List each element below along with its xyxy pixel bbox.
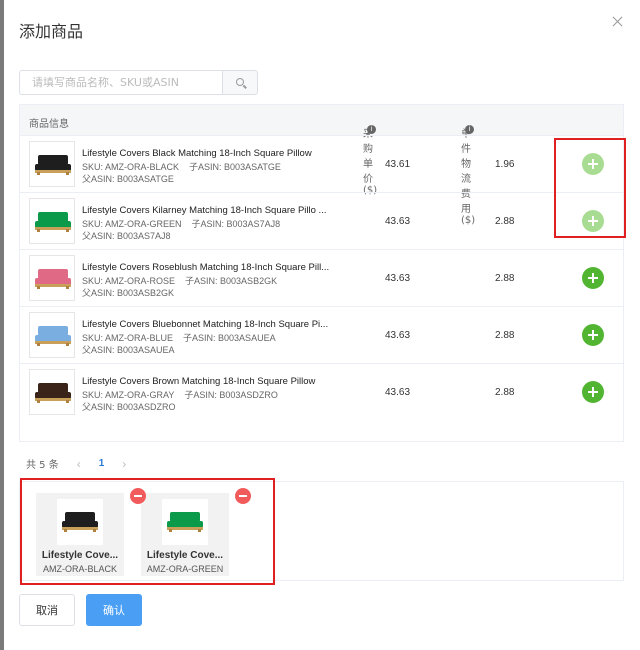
table-row: Lifestyle Covers Black Matching 18-Inch … — [20, 135, 623, 192]
shipping-cost: 2.88 — [495, 330, 515, 341]
product-name: Lifestyle Covers Kilarney Matching 18-In… — [82, 205, 327, 216]
pagination-total: 共 5 条 — [26, 460, 59, 471]
table-row: Lifestyle Covers Roseblush Matching 18-I… — [20, 249, 623, 306]
purchase-price: 43.63 — [385, 387, 411, 398]
parent-asin: 父ASIN: B003ASB2GK — [82, 288, 175, 298]
sofa-image — [35, 155, 71, 175]
search-bar — [19, 70, 258, 95]
table-row: Lifestyle Covers Kilarney Matching 18-In… — [20, 192, 623, 249]
search-button[interactable] — [222, 70, 258, 95]
parent-asin: 父ASIN: B003AS7AJ8 — [82, 231, 171, 241]
sofa-image — [35, 326, 71, 346]
shipping-cost: 2.88 — [495, 273, 515, 284]
child-asin: 子ASIN: B003ASB2GK — [185, 276, 278, 286]
product-thumbnail — [29, 369, 75, 415]
info-icon: i — [367, 125, 376, 134]
add-product-button[interactable] — [582, 324, 604, 346]
product-thumbnail — [29, 141, 75, 187]
purchase-price: 43.61 — [385, 159, 411, 170]
search-input[interactable] — [19, 70, 222, 95]
cancel-button[interactable]: 取消 — [19, 594, 75, 626]
highlight-selected-area — [20, 478, 275, 585]
sofa-image — [35, 269, 71, 289]
parent-asin: 父ASIN: B003ASAUEA — [82, 345, 175, 355]
close-icon[interactable] — [610, 14, 626, 30]
purchase-price: 43.63 — [385, 330, 411, 341]
header-product-info: 商品信息 — [29, 119, 69, 130]
search-icon — [236, 78, 244, 86]
product-thumbnail — [29, 198, 75, 244]
add-product-button[interactable] — [582, 267, 604, 289]
info-icon: i — [465, 125, 474, 134]
shipping-cost: 2.88 — [495, 387, 515, 398]
pagination: 共 5 条 ‹ 1 › — [26, 456, 126, 472]
table-header: 商品信息 采购单价 ($) i 单件物流费用 ($) i — [20, 105, 623, 226]
add-product-dialog: 添加商品 商品信息 采购单价 ($)i 单件物流费用 ($)i Lifestyl… — [4, 0, 640, 650]
page-number-1[interactable]: 1 — [99, 458, 105, 469]
child-asin: 子ASIN: B003AS7AJ8 — [191, 219, 281, 229]
product-table: 商品信息 采购单价 ($) i 单件物流费用 ($) i Lifestyle Cov… — [19, 104, 624, 442]
child-asin: 子ASIN: B003ASAUEA — [183, 333, 276, 343]
product-thumbnail — [29, 312, 75, 358]
table-row: Lifestyle Covers Brown Matching 18-Inch … — [20, 363, 623, 420]
purchase-price: 43.63 — [385, 216, 411, 227]
parent-asin: 父ASIN: B003ASATGE — [82, 174, 174, 184]
confirm-button[interactable]: 确认 — [86, 594, 142, 626]
sofa-image — [35, 383, 71, 403]
product-thumbnail — [29, 255, 75, 301]
next-page-button[interactable]: › — [122, 457, 126, 471]
purchase-price: 43.63 — [385, 273, 411, 284]
product-name: Lifestyle Covers Bluebonnet Matching 18-… — [82, 319, 329, 330]
product-name: Lifestyle Covers Brown Matching 18-Inch … — [82, 376, 316, 387]
table-row: Lifestyle Covers Bluebonnet Matching 18-… — [20, 306, 623, 363]
shipping-cost: 2.88 — [495, 216, 515, 227]
product-name: Lifestyle Covers Roseblush Matching 18-I… — [82, 262, 330, 273]
child-asin: 子ASIN: B003ASDZRO — [184, 390, 278, 400]
parent-asin: 父ASIN: B003ASDZRO — [82, 402, 176, 412]
highlight-added-buttons — [554, 138, 626, 238]
add-product-button[interactable] — [582, 381, 604, 403]
shipping-cost: 1.96 — [495, 159, 515, 170]
product-name: Lifestyle Covers Black Matching 18-Inch … — [82, 148, 312, 159]
sofa-image — [35, 212, 71, 232]
child-asin: 子ASIN: B003ASATGE — [189, 162, 281, 172]
dialog-title: 添加商品 — [19, 22, 84, 41]
prev-page-button[interactable]: ‹ — [77, 457, 81, 471]
